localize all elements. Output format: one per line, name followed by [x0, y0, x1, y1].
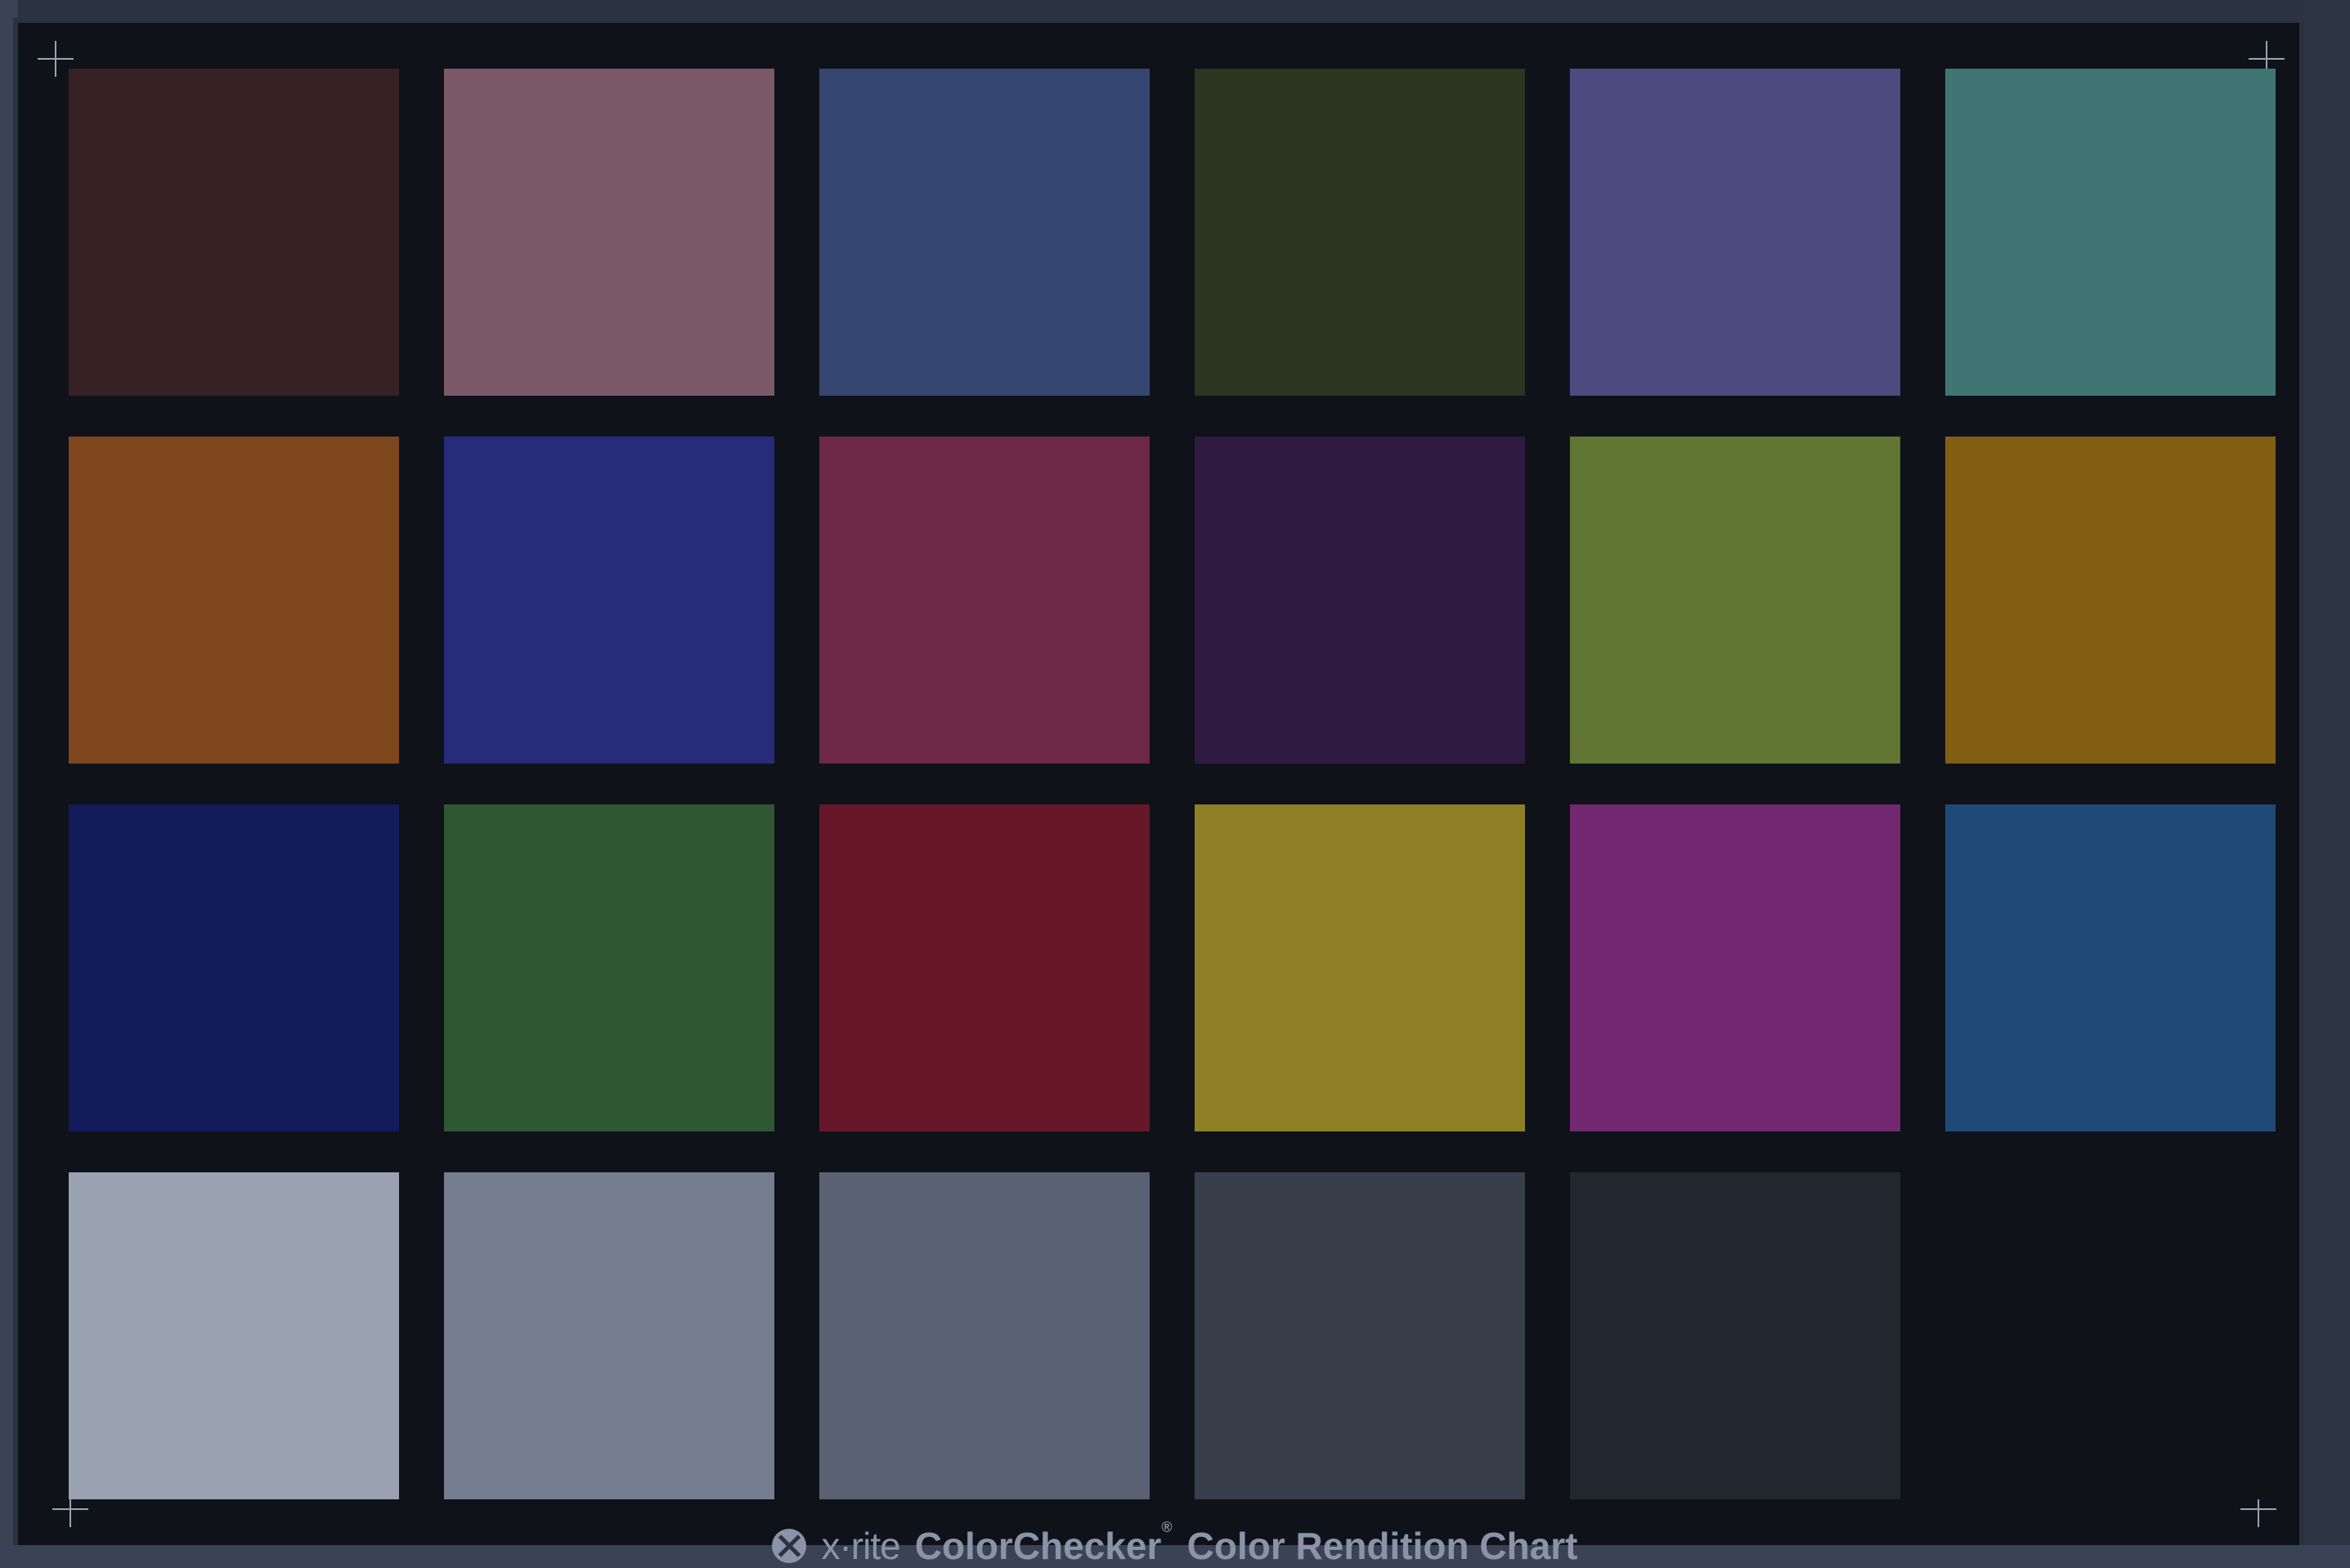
photo-edge-left — [0, 0, 18, 1568]
color-patch — [819, 69, 1150, 396]
color-patch — [1195, 437, 1525, 764]
color-patch — [69, 69, 399, 396]
color-patch — [819, 437, 1150, 764]
color-patch — [1195, 804, 1525, 1131]
chart-subtitle: Color Rendition Chart — [1186, 1525, 1578, 1567]
color-patch — [444, 437, 774, 764]
color-patch — [444, 69, 774, 396]
color-patch — [444, 1172, 774, 1499]
color-patch — [1945, 69, 2276, 396]
color-patch — [1195, 1172, 1525, 1499]
patch-grid — [69, 69, 2281, 1501]
color-patch — [1570, 69, 1900, 396]
xrite-logo-icon — [772, 1529, 807, 1563]
color-patch — [1570, 804, 1900, 1131]
color-patch — [1195, 69, 1525, 396]
product-name: ColorChecker® — [914, 1519, 1173, 1568]
color-patch — [819, 1172, 1150, 1499]
color-patch — [1945, 437, 2276, 764]
color-patch — [69, 437, 399, 764]
color-patch — [1945, 804, 2276, 1131]
product-name-text: ColorChecker — [914, 1525, 1162, 1567]
registered-mark: ® — [1161, 1519, 1173, 1535]
color-patch — [69, 1172, 399, 1499]
chart-label: x·rite ColorChecker® Color Rendition Cha… — [0, 1519, 2350, 1568]
color-patch — [819, 804, 1150, 1131]
color-patch — [1945, 1172, 2276, 1499]
color-patch — [69, 804, 399, 1131]
brand-name: x·rite — [821, 1525, 900, 1567]
color-patch — [444, 804, 774, 1131]
photo-edge-top — [0, 0, 2350, 23]
color-patch — [1570, 437, 1900, 764]
photo-edge-right — [2299, 0, 2350, 1568]
color-patch — [1570, 1172, 1900, 1499]
